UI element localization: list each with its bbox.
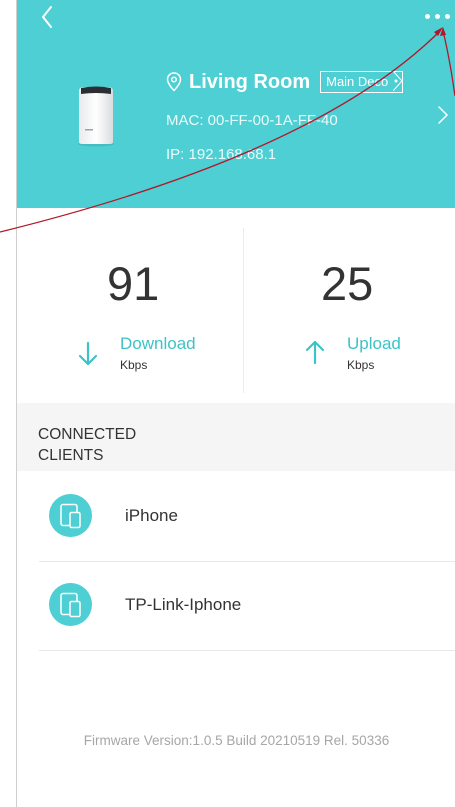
more-icon (435, 14, 440, 19)
location-row[interactable]: Living Room Main Deco (166, 67, 404, 97)
deco-device-image (78, 86, 114, 147)
mac-address: MAC: 00-FF-00-1A-FF-40 (166, 112, 338, 129)
download-value: 91 (107, 257, 160, 310)
device-icon (60, 592, 81, 618)
download-label: Download (120, 334, 196, 353)
speed-stats: 91 Download Kbps 25 Upload Kbps (17, 208, 455, 403)
section-title: CONNECTED CLIENTS (38, 426, 137, 464)
main-deco-badge: Main Deco (320, 71, 404, 93)
device-detail-screen: Living Room Main Deco MAC: 00-FF-00-1A-F… (16, 0, 455, 807)
firmware-version: Firmware Version:1.0.5 Build 20210519 Re… (83, 733, 390, 748)
client-avatar (49, 494, 92, 537)
download-unit: Kbps (120, 358, 148, 372)
upload-label: Upload (347, 334, 401, 353)
stats-divider (243, 228, 244, 393)
ip-address: IP: 192.168.68.1 (166, 146, 277, 163)
download-arrow-icon (78, 341, 98, 366)
device-header: Living Room Main Deco MAC: 00-FF-00-1A-F… (17, 0, 455, 208)
upload-unit: Kbps (347, 358, 375, 372)
client-row[interactable]: iPhone (17, 473, 455, 562)
client-name: TP-Link-Iphone (125, 595, 242, 614)
upload-arrow-icon (305, 340, 325, 365)
client-avatar (49, 583, 92, 626)
location-name: Living Room (189, 70, 311, 93)
device-icon (60, 503, 81, 529)
badge-label: Main Deco (326, 74, 389, 89)
upload-value: 25 (321, 257, 374, 310)
client-name: iPhone (125, 506, 178, 525)
back-button[interactable] (39, 4, 59, 30)
more-icon (425, 14, 430, 19)
connected-clients-header: CONNECTED CLIENTS (17, 403, 455, 471)
more-options-button[interactable] (421, 10, 455, 24)
back-icon (42, 6, 52, 28)
badge-tip-icon (393, 71, 403, 91)
location-pin-icon (166, 72, 182, 92)
more-icon (445, 14, 450, 19)
chevron-right-icon[interactable] (437, 105, 449, 125)
row-divider (39, 650, 455, 651)
client-row[interactable]: TP-Link-Iphone (17, 562, 455, 651)
